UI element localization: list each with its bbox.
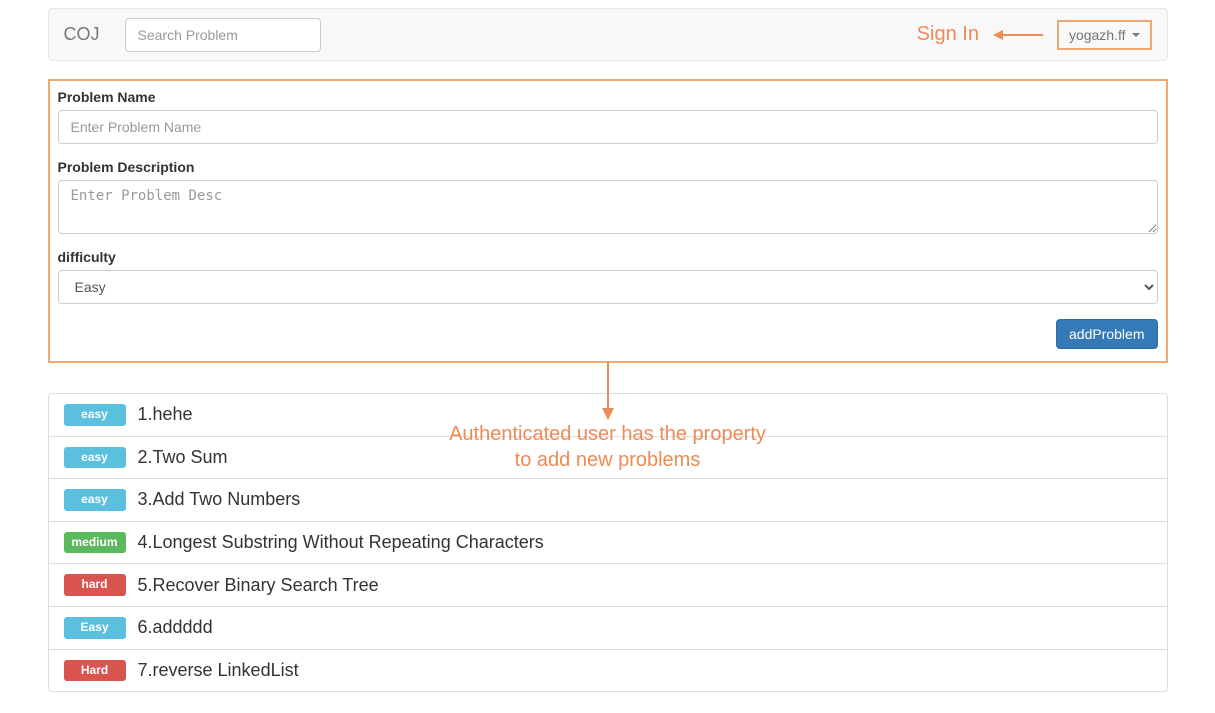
difficulty-badge: easy	[64, 447, 126, 469]
difficulty-badge: Easy	[64, 617, 126, 639]
problem-title: 6.addddd	[138, 617, 213, 638]
difficulty-badge: hard	[64, 574, 126, 596]
username-label: yogazh.ff	[1069, 27, 1126, 43]
arrow-left-icon	[993, 29, 1043, 41]
problem-desc-label: Problem Description	[58, 159, 1158, 175]
problem-list-item[interactable]: hard 5.Recover Binary Search Tree	[49, 564, 1167, 607]
brand-link[interactable]: COJ	[64, 9, 115, 60]
problem-name-label: Problem Name	[58, 89, 1158, 105]
signin-annotation: Sign In	[917, 23, 979, 46]
problem-title: 5.Recover Binary Search Tree	[138, 575, 379, 596]
problem-name-input[interactable]	[58, 110, 1158, 144]
difficulty-badge: easy	[64, 404, 126, 426]
problem-list: easy 1.hehe easy 2.Two Sum easy 3.Add Two Num…	[48, 393, 1168, 692]
problem-list-item[interactable]: easy 2.Two Sum	[49, 437, 1167, 480]
problem-title: 1.hehe	[138, 404, 193, 425]
problem-list-item[interactable]: medium 4.Longest Substring Without Repeat…	[49, 522, 1167, 565]
add-problem-button[interactable]: addProblem	[1056, 319, 1158, 349]
problem-desc-input[interactable]	[58, 180, 1158, 234]
problem-list-item[interactable]: Easy 6.addddd	[49, 607, 1167, 650]
difficulty-badge: Hard	[64, 660, 126, 682]
search-form	[125, 18, 321, 52]
problem-list-item[interactable]: Hard 7.reverse LinkedList	[49, 650, 1167, 692]
caret-down-icon	[1132, 33, 1140, 37]
difficulty-badge: medium	[64, 532, 126, 554]
difficulty-badge: easy	[64, 489, 126, 511]
problem-title: 4.Longest Substring Without Repeating Ch…	[138, 532, 544, 553]
difficulty-label: difficulty	[58, 249, 1158, 265]
add-problem-form: Problem Name Problem Description difficu…	[48, 79, 1168, 363]
problem-title: 2.Two Sum	[138, 447, 228, 468]
difficulty-select[interactable]: Easy	[58, 270, 1158, 304]
user-dropdown[interactable]: yogazh.ff	[1057, 20, 1152, 50]
problem-title: 3.Add Two Numbers	[138, 489, 301, 510]
search-input[interactable]	[125, 18, 321, 52]
problem-title: 7.reverse LinkedList	[138, 660, 299, 681]
navbar: COJ Sign In yogazh.ff	[48, 8, 1168, 61]
arrow-down-icon	[601, 362, 615, 423]
problem-list-item[interactable]: easy 3.Add Two Numbers	[49, 479, 1167, 522]
